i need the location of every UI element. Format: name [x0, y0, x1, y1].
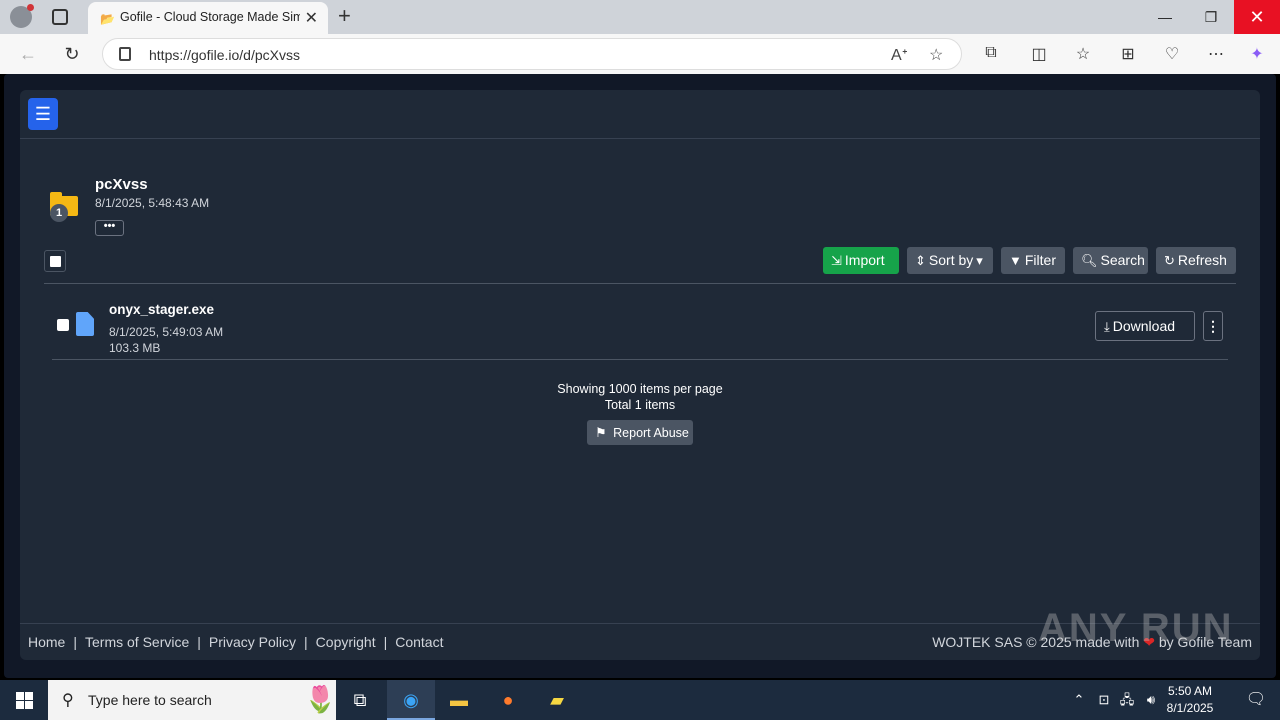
task-view-icon[interactable]: ⧉	[336, 680, 384, 720]
address-bar[interactable]: https://gofile.io/d/pcXvss Aᐩ ☆	[102, 38, 962, 70]
folder-date: 8/1/2025, 5:48:43 AM	[95, 196, 210, 210]
copilot-icon[interactable]: ✦	[1246, 44, 1268, 64]
report-abuse-label: Report Abuse	[613, 426, 689, 440]
import-button[interactable]: ⇲ Import	[823, 247, 899, 274]
filter-label: Filter	[1024, 252, 1056, 268]
minimize-button[interactable]: —	[1142, 0, 1188, 34]
sort-label: Sort by	[928, 252, 974, 268]
back-button[interactable]: ←	[16, 42, 40, 66]
sort-by-button[interactable]: ⇕ Sort by ▾	[907, 247, 993, 274]
flag-icon: ⚑	[595, 425, 607, 440]
file-explorer-icon[interactable]: ▬	[435, 680, 483, 720]
folder-favicon-icon: 📂	[100, 12, 115, 26]
lock-icon[interactable]	[119, 47, 131, 61]
tab-title: Gofile - Cloud Storage Made Simp	[120, 10, 300, 24]
refresh-button[interactable]: ↻	[60, 42, 84, 66]
footer-link-copyright[interactable]: Copyright	[316, 634, 376, 650]
collections-icon[interactable]: ⊞	[1117, 44, 1139, 64]
header-divider	[20, 138, 1260, 139]
file-size: 103.3 MB	[109, 341, 161, 355]
refresh-label: Refresh	[1177, 252, 1227, 268]
tab-close-icon[interactable]: ✕	[305, 8, 318, 28]
tray-app-icon[interactable]: ⊡	[1093, 680, 1115, 720]
gofile-app: ☰ 1 pcXvss 8/1/2025, 5:48:43 AM ••• ⇲ Imp…	[20, 90, 1260, 660]
footer-link-home[interactable]: Home	[28, 634, 65, 650]
taskbar-search-placeholder: Type here to search	[88, 692, 212, 708]
more-icon[interactable]: ⋯	[1205, 44, 1227, 64]
search-icon: 🔍︎	[1081, 253, 1098, 268]
taskbar-clock[interactable]: 5:50 AM 8/1/2025	[1160, 683, 1220, 717]
favorite-star-icon[interactable]: ☆	[929, 45, 943, 65]
import-label: Import	[844, 252, 885, 268]
clock-time: 5:50 AM	[1167, 684, 1213, 698]
taskbar-search-box[interactable]: ⚲ Type here to search 🌷	[48, 680, 336, 720]
read-aloud-icon[interactable]: Aᐩ	[891, 45, 908, 65]
hamburger-menu-button[interactable]: ☰	[28, 98, 58, 130]
tray-overflow-icon[interactable]: ⌃	[1068, 680, 1090, 720]
volume-icon[interactable]: 🔊︎	[1140, 680, 1162, 720]
search-label: Search	[1100, 252, 1145, 268]
items-per-page-text: Showing 1000 items per page	[557, 382, 723, 396]
file-checkbox[interactable]	[57, 319, 69, 331]
python-app-icon[interactable]: ▰	[533, 680, 581, 720]
footer-links: Home | Terms of Service | Privacy Policy | Cop…	[28, 634, 444, 650]
footer-link-contact[interactable]: Contact	[395, 634, 443, 650]
download-icon: ⤓	[1104, 319, 1110, 334]
download-label: Download	[1112, 318, 1176, 334]
folder-name: pcXvss	[95, 176, 148, 193]
caret-down-icon: ▾	[976, 253, 983, 268]
start-button[interactable]	[0, 680, 48, 720]
file-options-button[interactable]: ⋮	[1203, 311, 1223, 341]
filter-button[interactable]: ▼ Filter	[1001, 247, 1065, 274]
folder-more-button[interactable]: •••	[95, 220, 124, 236]
address-bar-row: ← ↻ https://gofile.io/d/pcXvss Aᐩ ☆ ⧉ ◫ …	[0, 34, 1280, 74]
file-icon	[76, 312, 94, 336]
firefox-icon[interactable]: ●	[484, 680, 532, 720]
close-window-button[interactable]: ✕	[1234, 0, 1280, 34]
favorites-icon[interactable]: ☆	[1072, 44, 1094, 64]
new-tab-button[interactable]: +	[338, 3, 351, 29]
anyrun-watermark: ANY RUN	[1038, 606, 1234, 650]
folder-item-count-badge: 1	[50, 204, 68, 222]
browser-essentials-icon[interactable]: ♡	[1161, 44, 1183, 64]
profile-avatar[interactable]	[10, 4, 34, 28]
file-date: 8/1/2025, 5:49:03 AM	[109, 325, 224, 339]
search-highlight-flowers-icon: 🌷	[304, 684, 337, 714]
restore-button[interactable]: ❐	[1188, 0, 1234, 34]
extensions-icon[interactable]: ⧉	[980, 44, 1002, 62]
file-row[interactable]: onyx_stager.exe 8/1/2025, 5:49:03 AM 103…	[52, 296, 1228, 360]
browser-tab[interactable]: 📂 Gofile - Cloud Storage Made Simp ✕	[88, 2, 328, 34]
footer-link-terms[interactable]: Terms of Service	[85, 634, 189, 650]
windows-taskbar: ⚲ Type here to search 🌷 ⧉ ◉ ▬ ● ▰ ⌃ ⊡ 🖧︎…	[0, 680, 1280, 720]
download-button[interactable]: ⤓ Download	[1095, 311, 1195, 341]
total-items-text: Total 1 items	[604, 398, 676, 412]
network-icon[interactable]: 🖧︎	[1116, 680, 1138, 720]
filter-icon: ▼	[1009, 253, 1022, 268]
url-text[interactable]: https://gofile.io/d/pcXvss	[149, 47, 300, 63]
refresh-list-button[interactable]: ↻ Refresh	[1156, 247, 1236, 274]
refresh-icon: ↻	[1164, 253, 1175, 268]
report-abuse-button[interactable]: ⚑ Report Abuse	[587, 420, 693, 445]
import-icon: ⇲	[831, 253, 842, 268]
footer-link-privacy[interactable]: Privacy Policy	[209, 634, 296, 650]
tab-actions-icon[interactable]	[52, 9, 68, 25]
file-name[interactable]: onyx_stager.exe	[109, 302, 214, 317]
sort-icon: ⇕	[915, 253, 926, 268]
clock-date: 8/1/2025	[1166, 701, 1214, 715]
list-bottom-divider	[52, 359, 1228, 360]
notification-icon[interactable]: 🗨︎	[1232, 680, 1280, 720]
search-button[interactable]: 🔍︎ Search	[1073, 247, 1148, 274]
split-screen-icon[interactable]: ◫	[1028, 44, 1050, 64]
page-viewport: ☰ 1 pcXvss 8/1/2025, 5:48:43 AM ••• ⇲ Imp…	[4, 74, 1276, 678]
list-top-divider	[44, 283, 1236, 284]
paging-info: Showing 1000 items per page Total 1 item…	[20, 381, 1260, 413]
select-all-checkbox[interactable]	[44, 250, 66, 272]
browser-tab-bar: 📂 Gofile - Cloud Storage Made Simp ✕ + —…	[0, 0, 1280, 34]
taskbar-search-icon: ⚲	[62, 692, 74, 709]
edge-taskbar-icon[interactable]: ◉	[387, 680, 435, 720]
